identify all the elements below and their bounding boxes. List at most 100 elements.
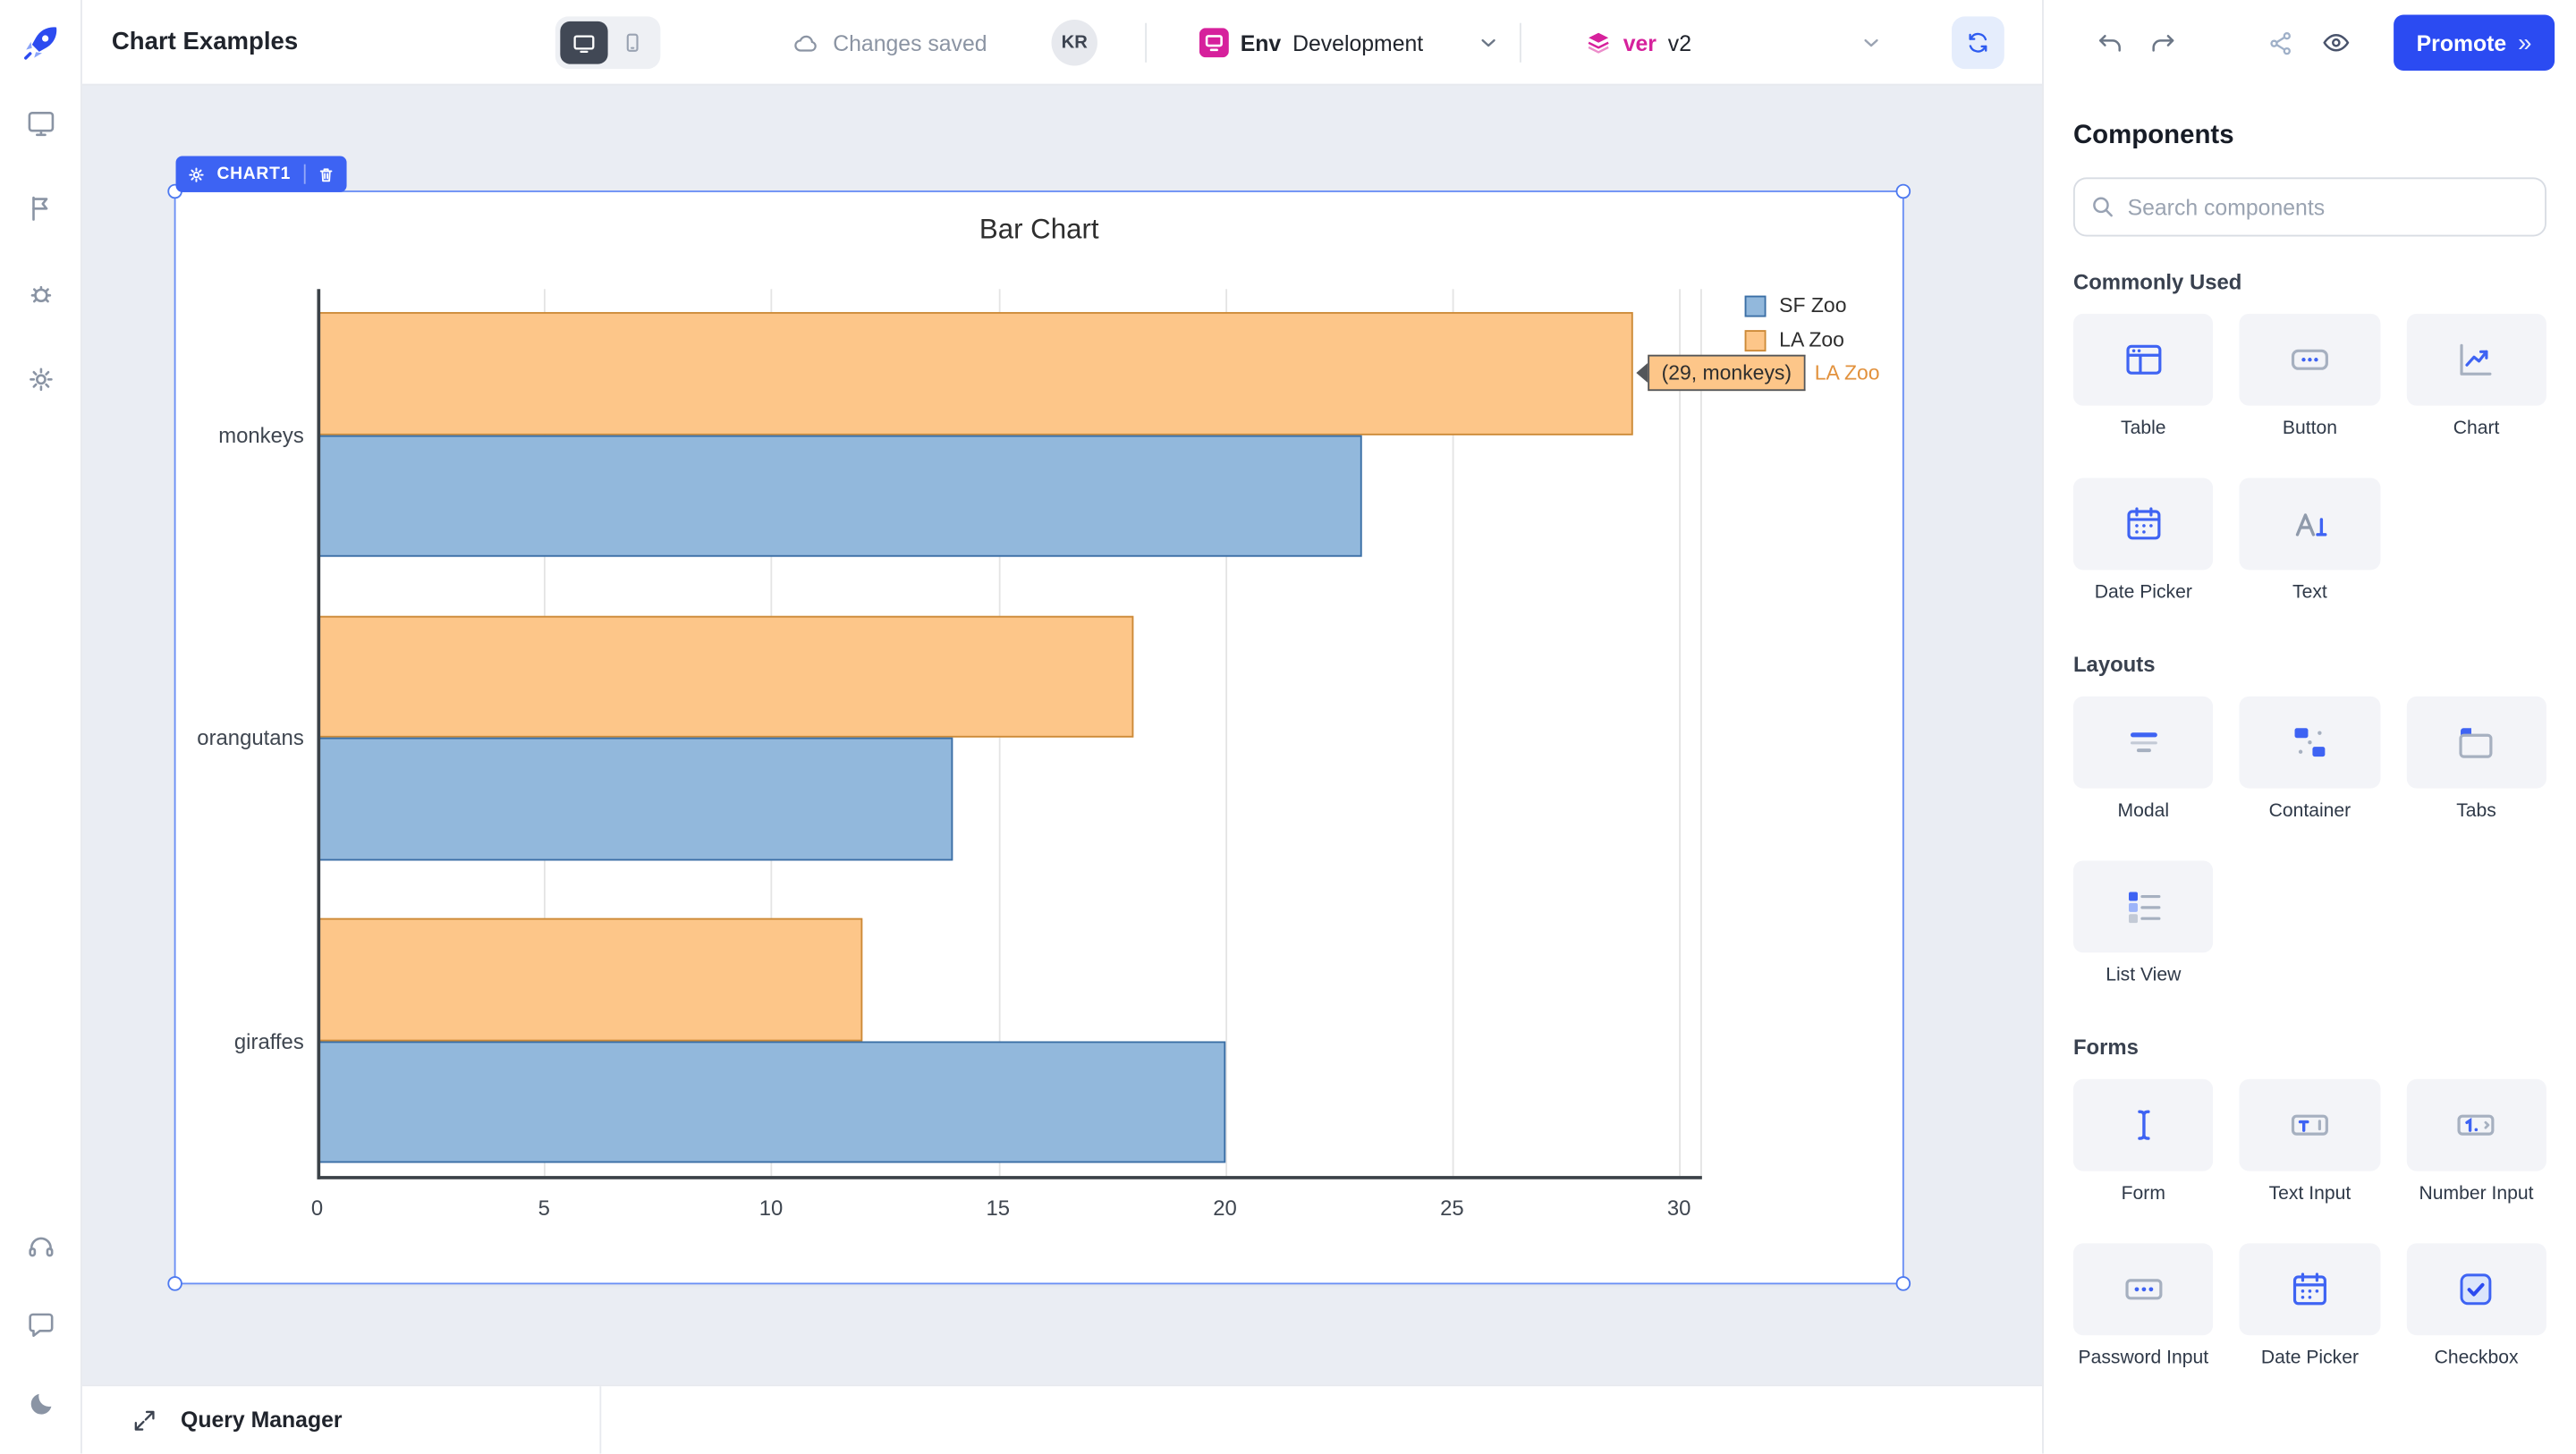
modal-icon: [2122, 721, 2165, 764]
left-rail: [0, 0, 82, 1454]
search-components-input[interactable]: [2073, 177, 2546, 236]
component-card-password-input[interactable]: Password Input: [2073, 1243, 2214, 1368]
save-status: Changes saved: [792, 0, 987, 86]
component-label: Container: [2269, 801, 2351, 821]
component-card-checkbox[interactable]: Checkbox: [2406, 1243, 2546, 1368]
y-axis-line: [317, 289, 320, 1179]
form-cursor-icon: [2122, 1103, 2165, 1146]
chart-legend: SF Zoo LA Zoo: [1745, 294, 1847, 363]
component-card-button[interactable]: Button: [2240, 314, 2380, 439]
component-label: Table: [2121, 418, 2166, 438]
preview-eye-button[interactable]: [2309, 16, 2362, 69]
panel-toolbar: Promote »: [2044, 0, 2576, 86]
settings-gear-icon[interactable]: [11, 350, 70, 409]
editor-icon[interactable]: [11, 94, 70, 153]
tooltip-value: (29, monkeys): [1648, 355, 1805, 391]
legend-item[interactable]: LA Zoo: [1745, 328, 1847, 351]
version-selector[interactable]: ver v2: [1585, 0, 1691, 86]
component-card-container[interactable]: Container: [2240, 697, 2380, 822]
legend-item[interactable]: SF Zoo: [1745, 294, 1847, 317]
component-card-form[interactable]: Form: [2073, 1079, 2214, 1205]
app-logo-rocket-icon[interactable]: [15, 18, 64, 67]
trash-icon: [317, 165, 335, 183]
legend-swatch-icon: [1745, 329, 1767, 351]
mobile-preview-button[interactable]: [608, 21, 656, 64]
section-label: Forms: [2073, 1035, 2546, 1060]
component-card-text[interactable]: Text: [2240, 478, 2380, 603]
x-axis-line: [317, 1176, 1701, 1179]
component-card-table[interactable]: Table: [2073, 314, 2214, 439]
section-label: Layouts: [2073, 652, 2546, 677]
components-title: Components: [2073, 122, 2546, 151]
undo-button[interactable]: [2083, 16, 2136, 69]
promote-label: Promote: [2417, 30, 2507, 55]
component-card-date-picker[interactable]: Date Picker: [2073, 478, 2214, 603]
expand-icon[interactable]: [131, 1407, 157, 1433]
component-name-label: CHART1: [216, 165, 303, 184]
component-card-tabs[interactable]: Tabs: [2406, 697, 2546, 822]
text-icon: [2289, 503, 2332, 545]
top-header: Chart Examples Changes saved KR: [82, 0, 2042, 86]
version-label: ver: [1623, 30, 1657, 55]
chart-component[interactable]: CHART1 Bar Chart 051015202530: [176, 192, 1902, 1283]
environment-icon: [1199, 28, 1229, 57]
resize-handle[interactable]: [167, 1276, 182, 1291]
component-card-date-picker-form[interactable]: Date Picker: [2240, 1243, 2380, 1368]
container-icon: [2289, 721, 2332, 764]
bottom-bar-divider: [599, 1386, 601, 1453]
y-category-label: giraffes: [234, 1028, 304, 1053]
dark-mode-moon-icon[interactable]: [11, 1374, 70, 1433]
x-tick-label: 25: [1440, 1196, 1464, 1221]
smartphone-icon: [620, 31, 643, 55]
selected-component-tag: CHART1: [176, 156, 347, 191]
resize-handle[interactable]: [1896, 1276, 1911, 1291]
refresh-button[interactable]: [1952, 16, 2004, 69]
components-panel-body: Components Commonly Used Table: [2044, 86, 2576, 1454]
cloud-icon: [792, 29, 819, 56]
chat-icon[interactable]: [11, 1296, 70, 1355]
environment-selector[interactable]: Env Development: [1199, 0, 1501, 86]
support-headset-icon[interactable]: [11, 1217, 70, 1276]
component-card-modal[interactable]: Modal: [2073, 697, 2214, 822]
bar[interactable]: [317, 615, 1134, 738]
query-manager-bar[interactable]: Query Manager: [82, 1384, 2042, 1453]
component-label: Tabs: [2456, 801, 2496, 821]
component-card-text-input[interactable]: Text Input: [2240, 1079, 2380, 1205]
flag-icon[interactable]: [11, 179, 70, 238]
component-settings-button[interactable]: [176, 156, 217, 191]
component-card-chart[interactable]: Chart: [2406, 314, 2546, 439]
bar[interactable]: [317, 435, 1360, 557]
environment-label: Env: [1241, 30, 1281, 55]
promote-button[interactable]: Promote »: [2394, 15, 2555, 71]
gear-icon: [187, 165, 205, 183]
redo-button[interactable]: [2136, 16, 2189, 69]
password-input-icon: [2122, 1268, 2165, 1311]
bar[interactable]: [317, 312, 1633, 435]
user-avatar[interactable]: KR: [1052, 20, 1097, 65]
bar[interactable]: [317, 1041, 1224, 1163]
component-label: Text: [2292, 583, 2327, 603]
bug-icon[interactable]: [11, 265, 70, 324]
share-button[interactable]: [2254, 16, 2307, 69]
chevron-down-icon: [1478, 31, 1501, 55]
delete-component-button[interactable]: [306, 156, 347, 191]
component-card-number-input[interactable]: Number Input: [2406, 1079, 2546, 1205]
header-divider: [1145, 23, 1147, 63]
bar[interactable]: [317, 738, 953, 860]
editor-canvas[interactable]: CHART1 Bar Chart 051015202530: [82, 86, 2042, 1454]
section-label: Commonly Used: [2073, 269, 2546, 294]
gridline: [1679, 289, 1681, 1176]
chevron-down-icon[interactable]: [1860, 31, 1883, 55]
resize-handle[interactable]: [1896, 184, 1911, 199]
tooltip-series-name: LA Zoo: [1805, 357, 1890, 390]
component-label: Chart: [2453, 418, 2500, 438]
component-label: Number Input: [2419, 1184, 2534, 1204]
calendar-icon: [2289, 1268, 2332, 1311]
double-chevron-right-icon: »: [2518, 29, 2531, 56]
component-label: Button: [2283, 418, 2337, 438]
component-card-list-view[interactable]: List View: [2073, 860, 2214, 985]
chart-icon: [2455, 338, 2498, 381]
desktop-preview-button[interactable]: [560, 21, 607, 64]
chart-tooltip: (29, monkeys) LA Zoo: [1637, 355, 1890, 391]
bar[interactable]: [317, 918, 861, 1041]
